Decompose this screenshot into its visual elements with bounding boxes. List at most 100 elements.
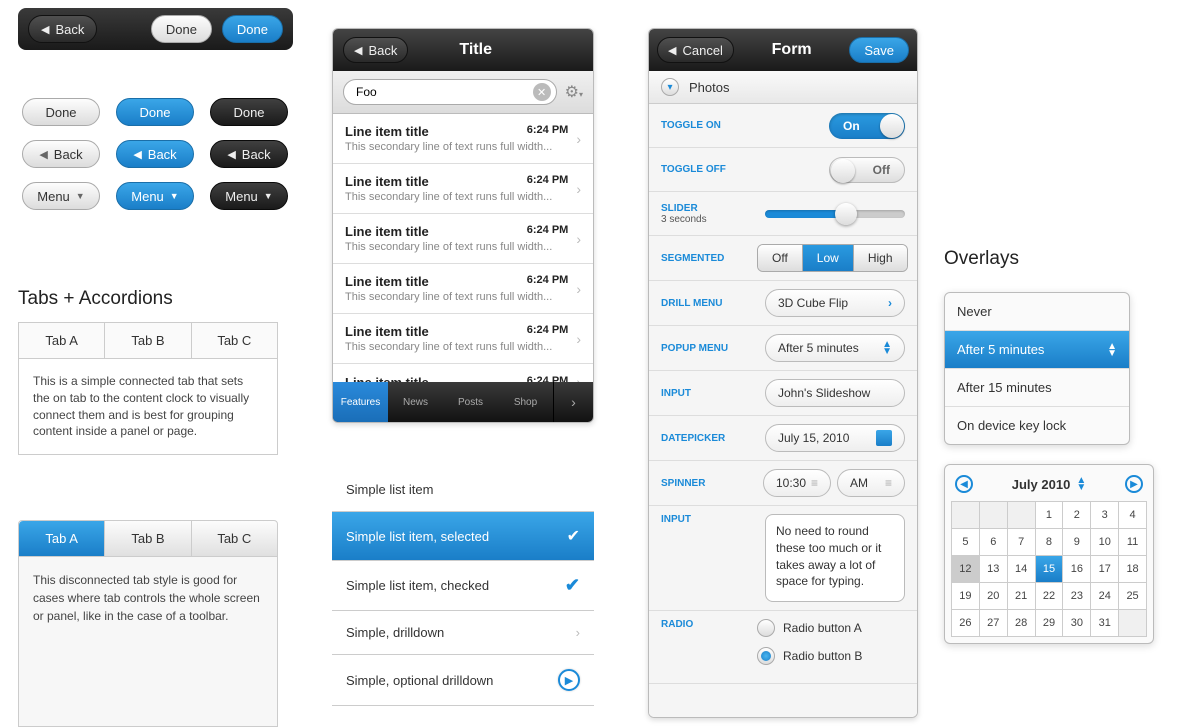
calendar-day[interactable]: 6 xyxy=(980,529,1007,555)
calendar-day[interactable]: 11 xyxy=(1119,529,1146,555)
calendar-day[interactable]: 24 xyxy=(1091,583,1118,609)
radio-option-a[interactable]: Radio button A xyxy=(757,619,862,637)
popup-option[interactable]: Never xyxy=(945,293,1129,331)
calendar-day[interactable]: 10 xyxy=(1091,529,1118,555)
calendar-day[interactable]: 8 xyxy=(1036,529,1063,555)
calendar-day[interactable]: 19 xyxy=(952,583,979,609)
menu-blue-button[interactable]: Menu▼ xyxy=(116,182,194,210)
save-button[interactable]: Save xyxy=(849,37,909,63)
collapse-icon[interactable]: ▾ xyxy=(661,78,679,96)
menu-dark-button[interactable]: Menu▼ xyxy=(210,182,288,210)
prev-month-icon[interactable]: ◀ xyxy=(955,475,973,493)
list-item-checked[interactable]: Simple list item, checked ✔ xyxy=(332,561,594,611)
calendar-day[interactable]: 2 xyxy=(1063,502,1090,528)
date-input[interactable]: July 15, 2010 xyxy=(765,424,905,452)
tab-b[interactable]: Tab B xyxy=(105,323,191,358)
done-light-button[interactable]: Done xyxy=(22,98,100,126)
text-input[interactable]: John's Slideshow xyxy=(765,379,905,407)
list-item[interactable]: Line item title6:24 PMThis secondary lin… xyxy=(333,164,593,214)
seg-off[interactable]: Off xyxy=(758,245,803,271)
slider-knob[interactable] xyxy=(835,203,857,225)
calendar-day[interactable]: 16 xyxy=(1063,556,1090,582)
toggle-on[interactable]: On xyxy=(829,113,905,139)
time-spinner[interactable]: 10:30 ≡ xyxy=(763,469,831,497)
textarea[interactable]: No need to round these too much or it ta… xyxy=(765,514,905,602)
spinner-icon: ≡ xyxy=(885,476,892,490)
clear-icon[interactable]: ✕ xyxy=(533,83,551,101)
calendar-day[interactable]: 4 xyxy=(1119,502,1146,528)
calendar-day[interactable]: 21 xyxy=(1008,583,1035,609)
tab-c[interactable]: Tab C xyxy=(192,323,277,358)
calendar-day[interactable]: 28 xyxy=(1008,610,1035,636)
calendar-day[interactable]: 9 xyxy=(1063,529,1090,555)
calendar-title[interactable]: July 2010 ▲▼ xyxy=(1012,477,1086,492)
calendar-day[interactable]: 3 xyxy=(1091,502,1118,528)
popup-menu-select[interactable]: After 5 minutes ▲▼ xyxy=(765,334,905,362)
list-item-drilldown[interactable]: Simple, drilldown › xyxy=(332,611,594,655)
calendar-day[interactable]: 30 xyxy=(1063,610,1090,636)
done-primary-button[interactable]: Done xyxy=(222,15,283,43)
top-toolbar: ◀ Back Done Done xyxy=(18,8,293,50)
tabbar-news[interactable]: News xyxy=(388,382,443,422)
calendar-day[interactable]: 29 xyxy=(1036,610,1063,636)
ampm-spinner[interactable]: AM ≡ xyxy=(837,469,905,497)
calendar-day[interactable]: 5 xyxy=(952,529,979,555)
calendar-day[interactable]: 7 xyxy=(1008,529,1035,555)
toggle-off[interactable]: Off xyxy=(829,157,905,183)
done-dark-button[interactable]: Done xyxy=(210,98,288,126)
section-header[interactable]: ▾ Photos xyxy=(649,71,917,104)
slider[interactable] xyxy=(765,210,905,218)
calendar-day[interactable]: 23 xyxy=(1063,583,1090,609)
tabbar-features[interactable]: Features xyxy=(333,382,388,422)
cancel-button[interactable]: ◀ Cancel xyxy=(657,37,734,63)
tab-a[interactable]: Tab A xyxy=(19,521,105,556)
calendar-day[interactable]: 1 xyxy=(1036,502,1063,528)
tabbar-shop[interactable]: Shop xyxy=(498,382,553,422)
list-item-optional-drilldown[interactable]: Simple, optional drilldown ▶ xyxy=(332,655,594,706)
back-dark-button[interactable]: ◀Back xyxy=(210,140,288,168)
gear-icon[interactable]: ⚙▾ xyxy=(565,82,583,102)
popup-option[interactable]: After 15 minutes xyxy=(945,369,1129,407)
list-item-selected[interactable]: Simple list item, selected ✔ xyxy=(332,512,594,561)
calendar-day[interactable]: 20 xyxy=(980,583,1007,609)
menu-light-button[interactable]: Menu▼ xyxy=(22,182,100,210)
calendar-day[interactable]: 18 xyxy=(1119,556,1146,582)
calendar-day[interactable]: 27 xyxy=(980,610,1007,636)
calendar-day[interactable]: 26 xyxy=(952,610,979,636)
calendar-day[interactable]: 25 xyxy=(1119,583,1146,609)
back-light-button[interactable]: ◀Back xyxy=(22,140,100,168)
tab-b[interactable]: Tab B xyxy=(105,521,191,556)
list-item[interactable]: Line item title6:24 PMThis secondary lin… xyxy=(333,114,593,164)
popup-option[interactable]: On device key lock xyxy=(945,407,1129,444)
tab-a[interactable]: Tab A xyxy=(19,323,105,358)
done-secondary-button[interactable]: Done xyxy=(151,15,212,43)
list-item[interactable]: Simple list item xyxy=(332,468,594,512)
popup-option-selected[interactable]: After 5 minutes ▲▼ xyxy=(945,331,1129,369)
seg-low[interactable]: Low xyxy=(803,245,854,271)
button-style-grid: Done Done Done ◀Back ◀Back ◀Back Menu▼ M… xyxy=(22,98,290,210)
list-item[interactable]: Line item title6:24 PMThis secondary lin… xyxy=(333,314,593,364)
list-item[interactable]: Line item title6:24 PM› xyxy=(333,364,593,382)
seg-high[interactable]: High xyxy=(854,245,907,271)
tabbar-more[interactable]: › xyxy=(553,382,593,422)
calendar-day[interactable]: 15 xyxy=(1036,556,1063,582)
calendar-day[interactable]: 22 xyxy=(1036,583,1063,609)
calendar-day[interactable]: 31 xyxy=(1091,610,1118,636)
list-item[interactable]: Line item title6:24 PMThis secondary lin… xyxy=(333,214,593,264)
tabbar-posts[interactable]: Posts xyxy=(443,382,498,422)
calendar-day[interactable]: 13 xyxy=(980,556,1007,582)
tab-c[interactable]: Tab C xyxy=(192,521,277,556)
back-blue-button[interactable]: ◀Back xyxy=(116,140,194,168)
calendar-day[interactable]: 17 xyxy=(1091,556,1118,582)
back-button[interactable]: ◀ Back xyxy=(28,15,97,43)
search-input[interactable] xyxy=(343,79,557,105)
drill-menu[interactable]: 3D Cube Flip › xyxy=(765,289,905,317)
drill-icon[interactable]: ▶ xyxy=(558,669,580,691)
calendar-day[interactable]: 12 xyxy=(952,556,979,582)
done-blue-button[interactable]: Done xyxy=(116,98,194,126)
list-item[interactable]: Line item title6:24 PMThis secondary lin… xyxy=(333,264,593,314)
radio-row: RADIO Radio button A Radio button B xyxy=(649,611,917,684)
calendar-day[interactable]: 14 xyxy=(1008,556,1035,582)
next-month-icon[interactable]: ▶ xyxy=(1125,475,1143,493)
radio-option-b[interactable]: Radio button B xyxy=(757,647,862,665)
